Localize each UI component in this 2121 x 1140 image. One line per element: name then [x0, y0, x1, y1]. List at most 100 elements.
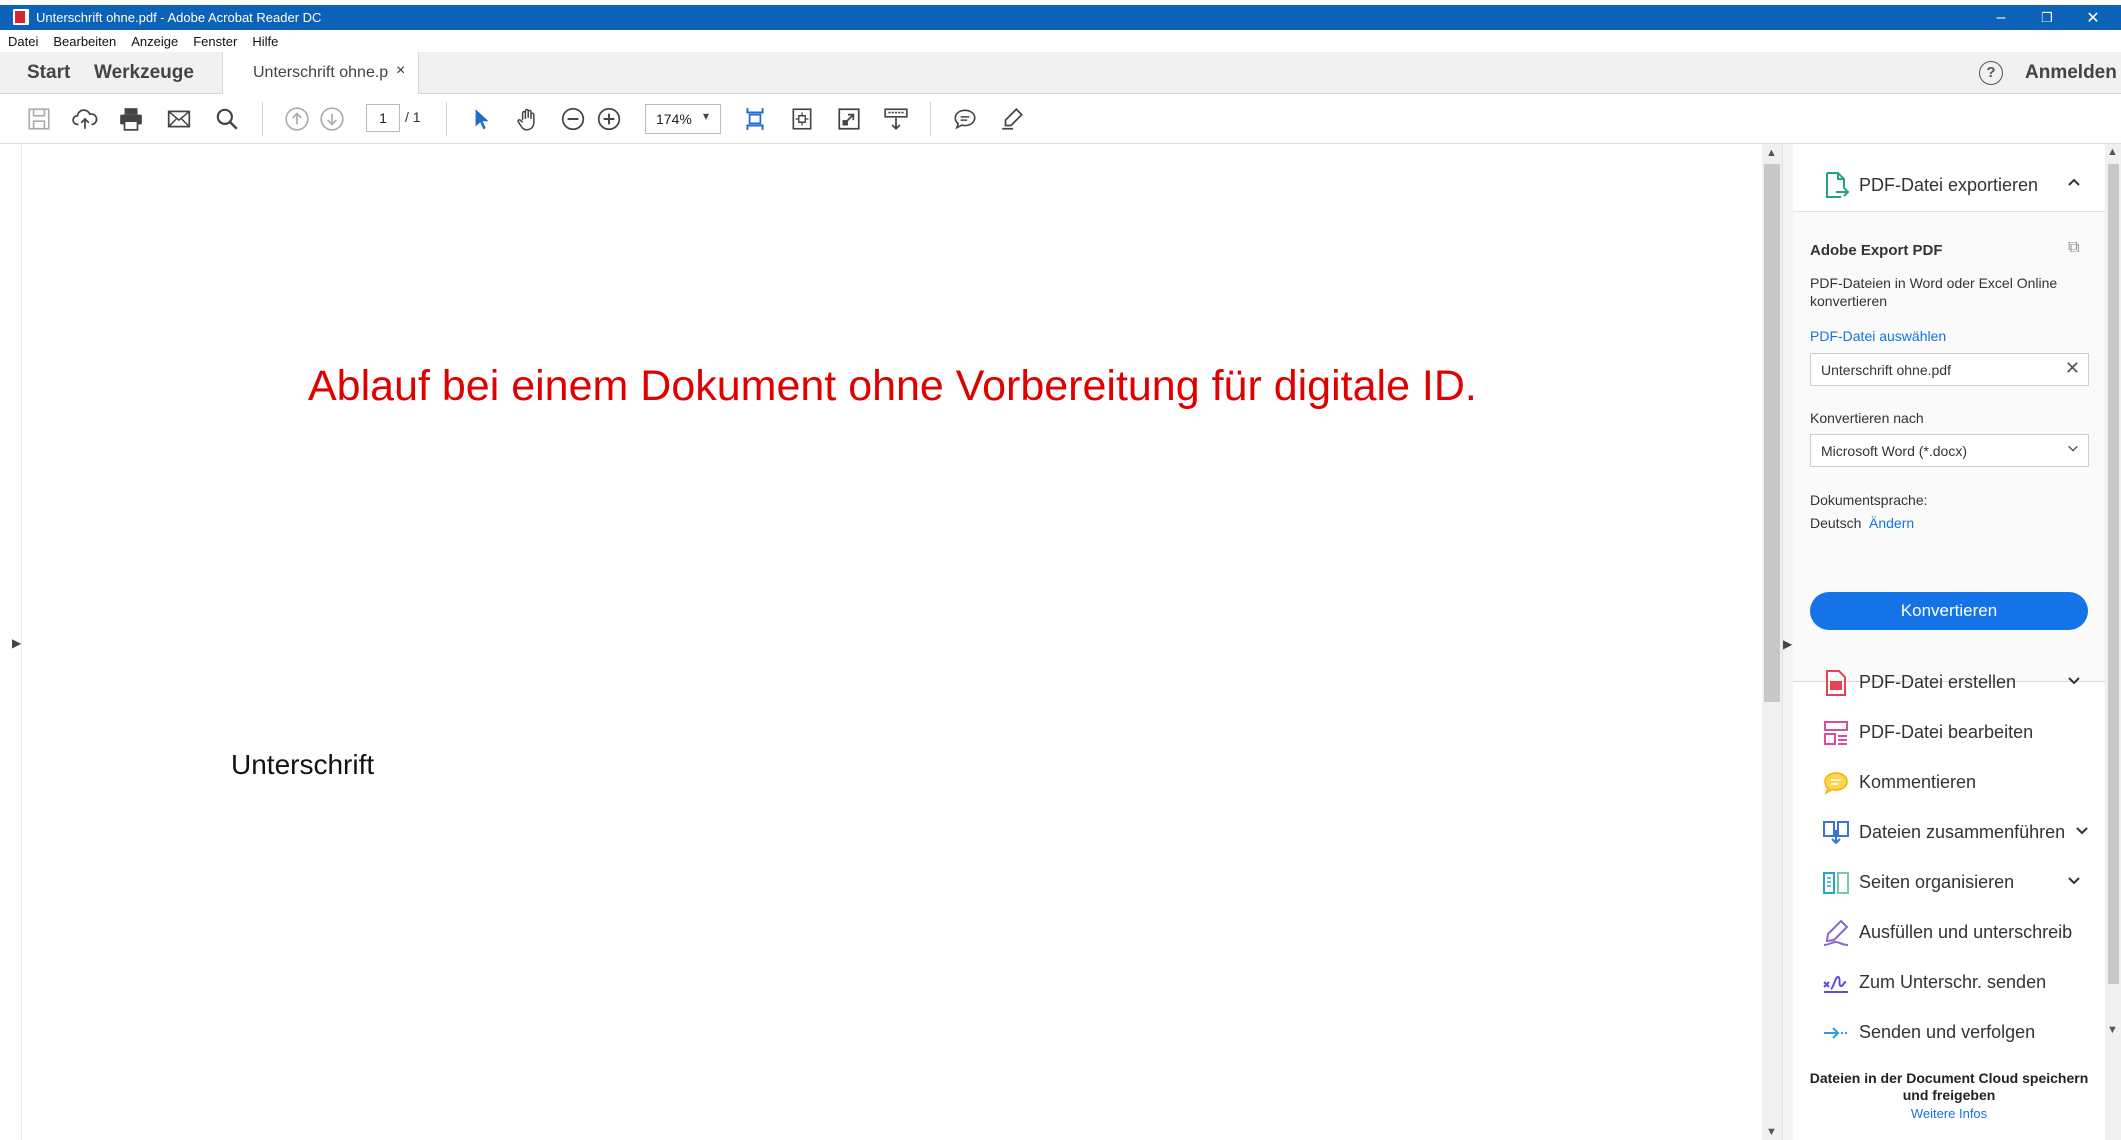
chevron-down-icon[interactable] [2066, 873, 2082, 889]
combine-files-icon [1821, 818, 1851, 848]
tool-comment[interactable]: Kommentieren [1793, 758, 2105, 808]
tab-document[interactable]: Unterschrift ohne.p × [222, 52, 419, 95]
chevron-down-icon[interactable] [2066, 673, 2082, 689]
close-tab-icon[interactable]: × [396, 62, 405, 80]
tool-send-track[interactable]: Senden und verfolgen [1793, 1008, 2105, 1058]
scroll-down-icon[interactable]: ▼ [1766, 1126, 1777, 1138]
tool-label: Dateien zusammenführen [1859, 822, 2066, 842]
zoom-out-icon[interactable] [558, 104, 588, 134]
tab-werkzeuge[interactable]: Werkzeuge [94, 52, 194, 94]
menu-fenster[interactable]: Fenster [185, 30, 244, 49]
export-pdf-title: PDF-Datei exportieren [1859, 175, 2039, 195]
copy-icon[interactable]: ⧉ [2068, 239, 2079, 257]
zoom-in-icon[interactable] [594, 104, 624, 134]
read-mode-icon[interactable] [881, 104, 911, 134]
selected-file-field[interactable]: Unterschrift ohne.pdf ✕ [1810, 353, 2089, 386]
organize-pages-icon [1821, 868, 1851, 898]
menu-datei[interactable]: Datei [0, 30, 45, 49]
tools-pane-scrollbar[interactable]: ▲ ▼ [2105, 144, 2121, 1140]
previous-page-icon[interactable] [282, 104, 312, 134]
export-description: PDF-Dateien in Word oder Excel Online ko… [1810, 275, 2058, 309]
help-icon[interactable]: ? [1979, 61, 2003, 85]
fit-page-icon[interactable] [740, 104, 770, 134]
chevron-down-icon: ▾ [703, 109, 710, 123]
clear-icon[interactable]: ✕ [2065, 358, 2080, 379]
upload-cloud-icon[interactable] [70, 104, 100, 134]
change-language-link[interactable]: Ändern [1869, 515, 1914, 531]
tab-bar: Start Werkzeuge Unterschrift ohne.p × ? … [0, 52, 2121, 95]
search-icon[interactable] [212, 104, 242, 134]
menu-bearbeiten[interactable]: Bearbeiten [45, 30, 123, 49]
scroll-down-icon[interactable]: ▼ [2107, 1024, 2118, 1036]
tool-organize-pages[interactable]: Seiten organisieren [1793, 858, 2105, 908]
menu-bar: Datei Bearbeiten Anzeige Fenster Hilfe [0, 30, 2121, 52]
zoom-level-select[interactable]: 174% ▾ [645, 104, 721, 134]
highlight-pen-icon[interactable] [997, 104, 1027, 134]
send-signature-icon [1821, 968, 1851, 998]
tool-label: Seiten organisieren [1859, 872, 2015, 892]
tools-pane: PDF-Datei exportieren Adobe Export PDF ⧉… [1793, 144, 2105, 1140]
menu-anzeige[interactable]: Anzeige [123, 30, 185, 49]
tool-label: Kommentieren [1859, 772, 1977, 792]
signin-button[interactable]: Anmelden [2025, 62, 2117, 84]
document-page [10, 144, 1760, 1140]
document-heading: Ablauf bei einem Dokument ohne Vorbereit… [308, 362, 1477, 410]
tool-label: PDF-Datei bearbeiten [1859, 722, 2034, 742]
tool-send-signature[interactable]: Zum Unterschr. senden [1793, 958, 2105, 1008]
tool-label: Senden und verfolgen [1859, 1022, 2036, 1042]
send-track-icon [1821, 1018, 1851, 1048]
print-icon[interactable] [116, 104, 146, 134]
collapse-right-panel-icon[interactable]: ▶ [1783, 637, 1792, 651]
chevron-down-icon[interactable] [2074, 823, 2090, 839]
create-pdf-icon [1821, 668, 1851, 698]
email-icon[interactable] [164, 104, 194, 134]
chevron-up-icon[interactable] [2066, 174, 2082, 190]
cloud-promo-text: Dateien in der Document Cloud speichern … [1809, 1070, 2089, 1103]
tool-create-pdf[interactable]: PDF-Datei erstellen [1793, 658, 2105, 708]
acrobat-window: Unterschrift ohne.pdf - Adobe Acrobat Re… [0, 0, 2121, 1140]
convert-format-value: Microsoft Word (*.docx) [1821, 443, 1967, 459]
expand-left-panel-icon[interactable]: ▶ [12, 636, 21, 650]
minimize-button[interactable]: – [1978, 5, 2024, 30]
tool-label: PDF-Datei erstellen [1859, 672, 2017, 692]
save-icon[interactable] [24, 104, 54, 134]
toolbar-divider [446, 102, 447, 136]
menu-hilfe[interactable]: Hilfe [244, 30, 285, 49]
export-pdf-panel: Adobe Export PDF ⧉ PDF-Dateien in Word o… [1793, 212, 2105, 682]
toolbar: 1 / 1 174% ▾ [0, 94, 2121, 144]
tool-label: Ausfüllen und unterschreib [1859, 922, 2073, 942]
scrollbar-thumb[interactable] [2108, 164, 2119, 984]
language-value: Deutsch [1810, 515, 1862, 531]
full-screen-icon[interactable] [834, 104, 864, 134]
tool-combine-files[interactable]: Dateien zusammenführen [1793, 808, 2105, 858]
window-title: Unterschrift ohne.pdf - Adobe Acrobat Re… [36, 10, 322, 25]
convert-format-select[interactable]: Microsoft Word (*.docx) [1810, 434, 2089, 467]
comment-icon[interactable] [950, 104, 980, 134]
tool-edit-pdf[interactable]: PDF-Datei bearbeiten [1793, 708, 2105, 758]
tab-start[interactable]: Start [27, 52, 70, 94]
edit-pdf-icon [1821, 718, 1851, 748]
more-info-link[interactable]: Weitere Infos [1793, 1106, 2105, 1121]
restore-button[interactable]: ❐ [2024, 5, 2070, 30]
scroll-up-icon[interactable]: ▲ [1766, 147, 1777, 159]
tool-fill-sign[interactable]: Ausfüllen und unterschreib [1793, 908, 2105, 958]
toolbar-divider [930, 102, 931, 136]
convert-button[interactable]: Konvertieren [1810, 592, 2088, 630]
select-pdf-link[interactable]: PDF-Datei auswählen [1810, 328, 1946, 344]
next-page-icon[interactable] [317, 104, 347, 134]
rotate-view-icon[interactable] [787, 104, 817, 134]
selected-file-name: Unterschrift ohne.pdf [1821, 362, 1951, 378]
signature-label: Unterschrift [231, 749, 375, 780]
document-scrollbar[interactable]: ▲ ▼ [1762, 144, 1782, 1140]
scrollbar-thumb[interactable] [1764, 164, 1780, 702]
hand-tool-icon[interactable] [513, 104, 543, 134]
convert-to-label: Konvertieren nach [1810, 410, 1924, 426]
chevron-down-icon [2066, 441, 2080, 455]
export-pdf-header[interactable]: PDF-Datei exportieren [1793, 160, 2105, 212]
page-number-input[interactable]: 1 [366, 104, 400, 132]
language-label: Dokumentsprache: [1810, 492, 1928, 508]
select-cursor-icon[interactable] [466, 104, 496, 134]
fill-sign-icon [1821, 918, 1851, 948]
scroll-up-icon[interactable]: ▲ [2107, 146, 2118, 158]
close-window-button[interactable]: ✕ [2070, 5, 2116, 30]
